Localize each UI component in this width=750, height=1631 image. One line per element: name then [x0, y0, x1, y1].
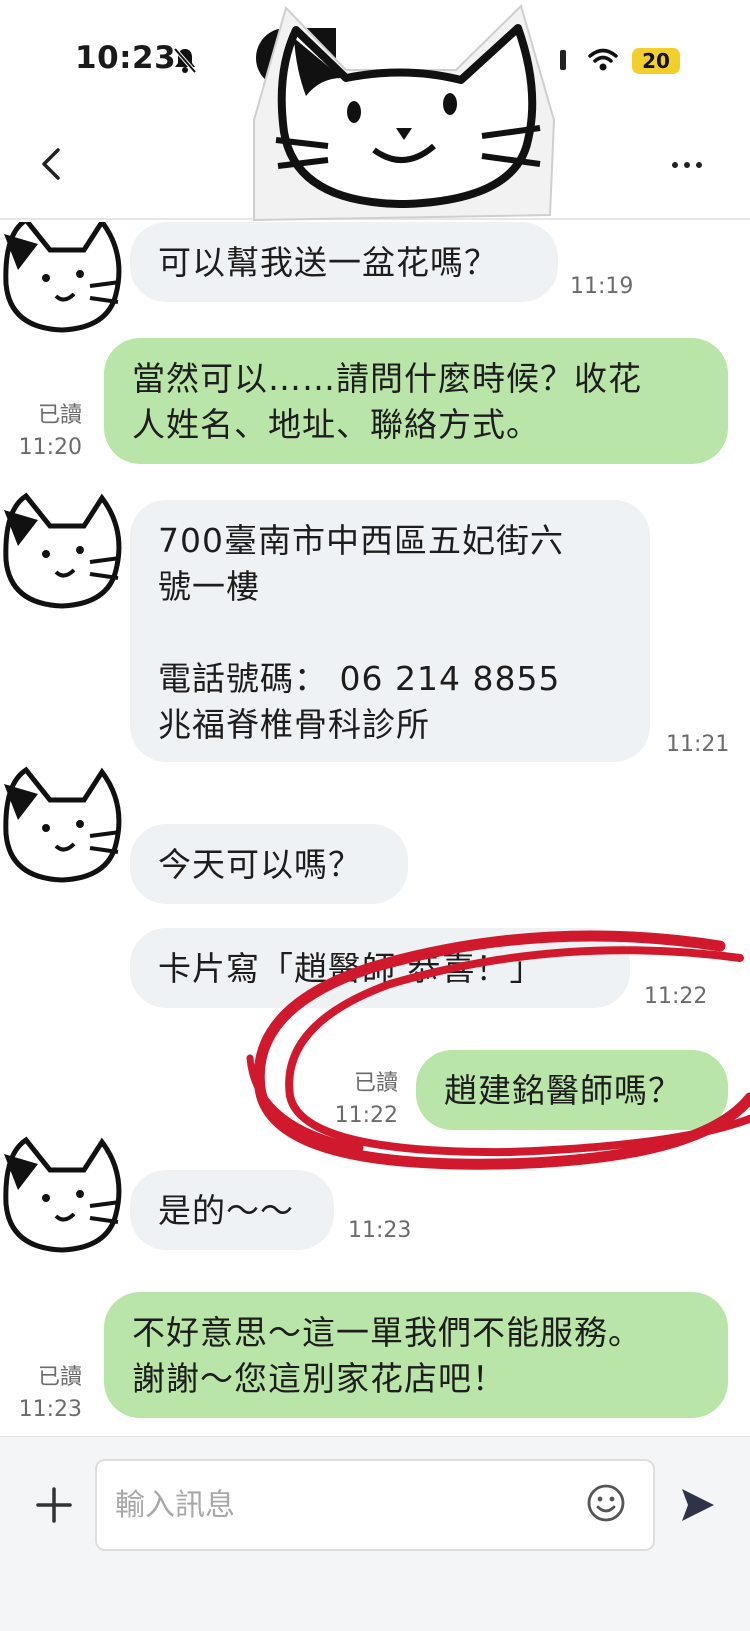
- message-bubble[interactable]: 700臺南市中西區五妃街六 號一樓 電話號碼： 06 214 8855 兆福脊椎…: [130, 500, 650, 762]
- read-label: 已讀: [37, 403, 82, 428]
- chevron-left-icon[interactable]: [30, 142, 74, 186]
- message-bubble[interactable]: 當然可以……請問什麼時候？收花 人姓名、地址、聯絡方式。: [104, 338, 728, 464]
- message-bubble[interactable]: 今天可以嗎？: [130, 824, 408, 904]
- message-time: 11:22: [644, 984, 708, 1009]
- message-input-bar: [0, 1436, 750, 1631]
- read-status: 已讀 11:22: [318, 1068, 398, 1132]
- read-status: 已讀 11:20: [18, 400, 82, 464]
- message-bubble[interactable]: 不好意思～這一單我們不能服務。 謝謝～您這別家花店吧！: [104, 1292, 728, 1418]
- cat-avatar-image[interactable]: [0, 1134, 126, 1254]
- bell-muted-icon: [173, 47, 197, 74]
- message-time: 11:23: [348, 1218, 412, 1243]
- message-time: 11:19: [570, 274, 634, 299]
- message-time: 11:21: [666, 732, 730, 757]
- read-status: 已讀 11:23: [18, 1362, 82, 1426]
- more-horizontal-icon[interactable]: [672, 150, 722, 180]
- cat-sticker-image: [253, 4, 556, 222]
- message-time: 11:23: [18, 1397, 82, 1422]
- message-input[interactable]: [95, 1459, 655, 1551]
- plus-icon[interactable]: [32, 1483, 76, 1527]
- cat-avatar-image[interactable]: [0, 764, 126, 884]
- emoji-icon[interactable]: [584, 1481, 628, 1525]
- battery-indicator: 20: [632, 48, 680, 74]
- message-bubble[interactable]: 可以幫我送一盆花嗎？: [130, 222, 558, 302]
- message-time: 11:22: [334, 1103, 398, 1128]
- chat-area: 可以幫我送一盆花嗎？ 11:19 已讀 11:20 當然可以……請問什麼時候？收…: [0, 222, 750, 1436]
- wifi-icon: [588, 48, 618, 71]
- message-time: 11:20: [18, 435, 82, 460]
- send-icon[interactable]: [678, 1483, 718, 1527]
- cat-avatar-image[interactable]: [0, 222, 126, 334]
- cat-avatar-image[interactable]: [0, 490, 126, 610]
- message-bubble[interactable]: 是的～～: [130, 1170, 334, 1250]
- read-label: 已讀: [37, 1365, 82, 1390]
- status-time: 10:23: [75, 40, 177, 76]
- message-bubble[interactable]: 卡片寫「趙醫師 恭喜！」: [130, 928, 630, 1008]
- message-bubble[interactable]: 趙建銘醫師嗎？: [416, 1050, 728, 1130]
- read-label: 已讀: [353, 1071, 398, 1096]
